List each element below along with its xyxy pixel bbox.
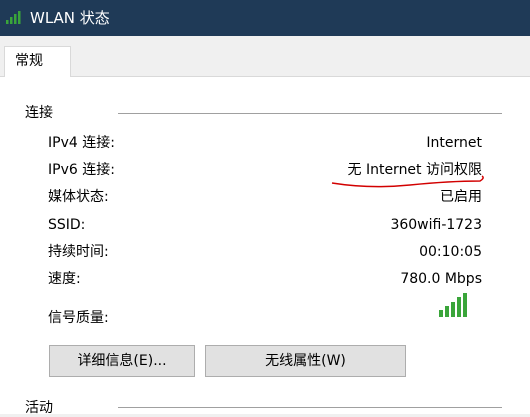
title-bar: WLAN 状态: [0, 0, 530, 36]
duration-value: 00:10:05: [419, 244, 482, 260]
ipv6-label: IPv6 连接:: [48, 162, 115, 178]
duration-label: 持续时间:: [48, 244, 109, 260]
signal-bars-icon: [439, 293, 467, 317]
window-title: WLAN 状态: [30, 9, 110, 27]
ssid-label: SSID:: [48, 217, 86, 233]
ipv4-value: Internet: [426, 135, 482, 151]
media-state-label: 媒体状态:: [48, 189, 109, 205]
wireless-properties-button[interactable]: 无线属性(W): [205, 345, 406, 377]
ipv4-label: IPv4 连接:: [48, 135, 115, 151]
connection-group-label: 连接: [25, 105, 53, 121]
media-state-value: 已启用: [440, 189, 482, 205]
tab-strip: 常规: [0, 36, 530, 77]
speed-value: 780.0 Mbps: [400, 271, 482, 287]
signal-quality-label: 信号质量:: [48, 310, 109, 326]
activity-group-label: 活动: [25, 400, 53, 416]
tab-general[interactable]: 常规: [4, 46, 71, 77]
speed-label: 速度:: [48, 271, 81, 287]
details-button[interactable]: 详细信息(E)...: [49, 345, 195, 377]
wifi-signal-icon: [6, 11, 21, 24]
connection-group-divider: [118, 113, 502, 114]
activity-group-divider: [118, 407, 502, 408]
ssid-value: 360wifi-1723: [390, 217, 482, 233]
